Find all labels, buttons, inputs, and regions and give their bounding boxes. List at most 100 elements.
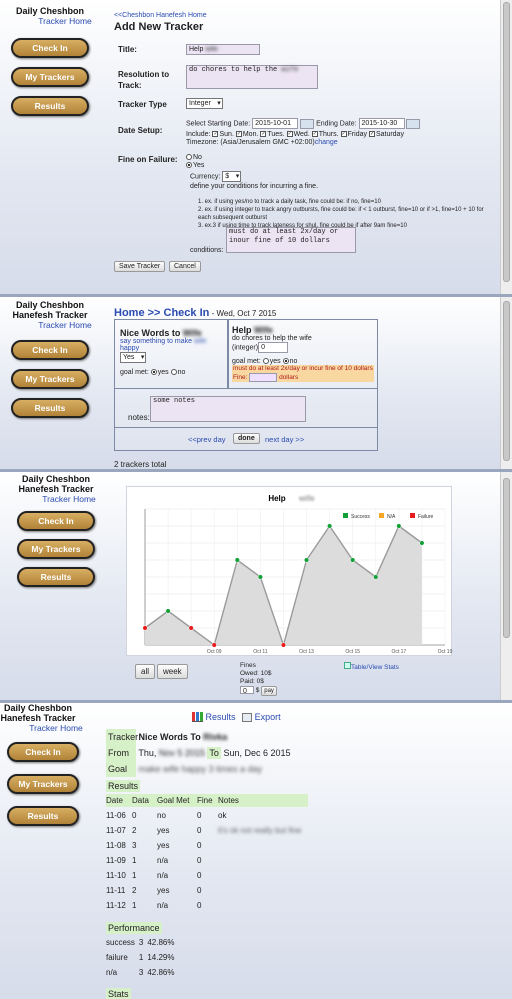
fine-input[interactable] [249,373,278,382]
prev-day-link[interactable]: <<prev day [188,435,226,444]
tracker-value-input[interactable]: 0 [258,342,289,353]
x-tick-label: Oct 09 [207,649,222,655]
fine-description: must do at least 2x/day or incur fine of… [233,365,373,372]
add-tracker-panel: Daily Cheshbon Tracker Home Check In My … [0,0,512,296]
results-nav-button[interactable]: Results [11,96,89,116]
include-label: Include: [186,131,211,138]
next-day-link[interactable]: next day >> [265,435,304,444]
checkin-nav-button[interactable]: Check In [17,511,95,531]
to-date: Sun, Dec 6 2015 [223,748,291,758]
legend-label: Success [351,514,370,520]
date-setup-label: Date Setup: [118,126,163,135]
start-date-label: Select Starting Date: [186,120,251,128]
mytrackers-nav-button[interactable]: My Trackers [17,539,95,559]
tracker-home-link[interactable]: Tracker Home [0,723,88,734]
pay-amount-input[interactable]: 0 [240,686,254,695]
goal-yes-radio[interactable]: yes [262,358,281,365]
timezone-change-link[interactable]: change [315,139,338,146]
performance-table: success 3 42.86% failure 1 14.29% n/a 3 42.86% [106,935,179,980]
goal-yes-radio[interactable]: yes [150,369,169,376]
start-date-input[interactable]: 2015-10-01 [252,118,299,129]
data-point [373,574,379,580]
table-icon [344,662,351,669]
pay-button[interactable]: pay [261,686,277,696]
results-nav-button[interactable]: Results [17,567,95,587]
done-button[interactable]: done [233,433,260,444]
tracker-type-label: Tracker Type [118,100,167,109]
notes-label: notes: [128,413,150,422]
week-range-button[interactable]: week [157,664,188,679]
data-point [257,574,263,580]
scrollbar[interactable] [500,472,512,700]
chart-container: Help wife Oct 09 Oct 11 Oct 13 Oct 15 Oct 17 O… [126,486,453,656]
mytrackers-nav-button[interactable]: My Trackers [7,774,79,794]
fines-paid: Paid: 0$ [240,678,264,685]
results-link[interactable]: Results [206,712,236,722]
resolution-input[interactable]: do chores to help the wife [186,65,318,89]
checkin-nav-button[interactable]: Check In [11,340,89,360]
day-checkbox[interactable]: ✓ Sun. [212,131,234,138]
goal-no-radio[interactable]: no [170,369,185,376]
tracker-value-select[interactable]: Yes [120,352,147,363]
bar-chart-icon[interactable] [192,712,203,722]
results-toolbar: Results Export [192,712,281,722]
day-checkbox[interactable]: ✓ Mon. [235,131,258,138]
notes-input[interactable]: some notes [150,396,306,422]
back-home-link[interactable]: <<Cheshbon Hanefesh Home [114,12,207,19]
goal-text: make wife happy 3 times a day [138,764,263,774]
mytrackers-nav-button[interactable]: My Trackers [11,67,89,87]
breadcrumb-home-link[interactable]: Home [114,307,145,319]
fine-yes-radio[interactable]: Yes [186,162,506,169]
tracker-home-link[interactable]: Tracker Home [6,494,106,505]
save-tracker-button[interactable]: Save Tracker [114,261,166,272]
sidebar: Daily Cheshbon Hanefesh Tracker Tracker … [6,474,106,587]
day-checkbox[interactable]: ✓ Saturday [368,131,404,138]
all-range-button[interactable]: all [135,664,156,679]
fine-no-radio[interactable]: No [186,154,506,161]
results-heading: Results [106,780,141,792]
table-view-link[interactable]: Table/View Stats [344,662,399,671]
brand-title: Hanefesh Tracker [18,484,94,494]
results-nav-button[interactable]: Results [7,806,79,826]
data-point [350,557,356,563]
day-checkbox[interactable]: ✓ Tues. [260,131,285,138]
table-row: 11-10 1 n/a 0 [106,871,202,880]
tracker-type-select[interactable]: Integer [186,98,223,109]
checkin-nav-button[interactable]: Check In [7,742,79,762]
tracker-home-link[interactable]: Tracker Home [0,16,100,27]
from-date: Thu, [138,748,159,758]
tracker-home-link[interactable]: Tracker Home [0,320,100,331]
date-setup-group: Select Starting Date: 2015-10-01 Ending … [186,118,506,146]
legend-swatch [410,513,415,518]
legend-swatch [343,513,348,518]
mytrackers-nav-button[interactable]: My Trackers [11,369,89,389]
legend-label: Failure [418,514,434,520]
fine-box: must do at least 2x/day or incur fine of… [232,365,374,383]
fines-summary: Fines Owed: 10$ Paid: 0$ 0 $ pay [240,662,277,696]
from-label: From [106,745,136,761]
results-nav-button[interactable]: Results [11,398,89,418]
conditions-input[interactable]: must do at least 2x/day or inour fine of… [226,227,356,253]
scrollbar[interactable] [500,297,512,469]
table-row: success 3 42.86% [106,938,175,947]
currency-select[interactable]: $ [222,171,242,182]
day-checkbox[interactable]: ✓ Thurs. [311,131,339,138]
example-item: 1. ex. if using yes/no to track a daily … [198,199,381,205]
calendar-icon[interactable] [406,118,421,129]
data-point [419,540,425,546]
checkin-nav-button[interactable]: Check In [11,38,89,58]
end-date-input[interactable]: 2015-10-30 [358,118,405,129]
goal-label: Goal [106,761,136,777]
day-checkbox[interactable]: ✓ Friday [340,131,367,138]
export-link[interactable]: Export [255,712,281,722]
fine-group: No Yes Currency: $ define your condition… [186,154,506,230]
calendar-icon[interactable] [300,118,315,129]
export-icon[interactable] [242,713,253,722]
title-input[interactable]: Help wife [186,44,260,55]
results-panel: Daily Cheshbon Hanefesh Tracker Tracker … [0,703,512,999]
tracker-card: Nice Words to Wife say something to make… [114,319,228,389]
scrollbar[interactable] [500,0,512,296]
cancel-button[interactable]: Cancel [169,261,201,272]
day-checkbox[interactable]: ✓ Wed. [286,131,310,138]
goal-no-radio[interactable]: no [282,358,297,365]
